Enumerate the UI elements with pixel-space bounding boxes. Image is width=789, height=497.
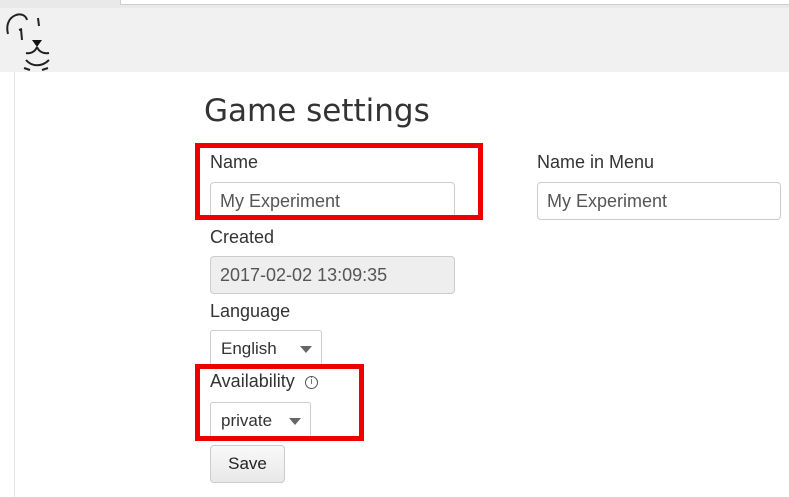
availability-label: Availability xyxy=(210,371,295,391)
language-select[interactable]: English xyxy=(210,330,322,368)
language-selected-value: English xyxy=(221,339,277,358)
name-in-menu-label: Name in Menu xyxy=(537,152,655,172)
save-button[interactable]: Save xyxy=(210,445,285,483)
page-title: Game settings xyxy=(204,93,430,129)
availability-selected-value: private xyxy=(221,411,273,430)
caret-down-icon xyxy=(300,346,312,353)
caret-down-icon xyxy=(289,418,301,425)
name-label: Name xyxy=(210,152,259,172)
bear-logo-icon[interactable] xyxy=(2,10,56,72)
name-input[interactable]: My Experiment xyxy=(210,182,455,220)
created-label: Created xyxy=(210,227,275,247)
info-circle-icon[interactable]: i xyxy=(305,376,318,389)
availability-select[interactable]: private xyxy=(210,402,311,440)
created-field: 2017-02-02 13:09:35 xyxy=(210,256,455,294)
name-in-menu-input[interactable]: My Experiment xyxy=(537,182,781,220)
language-label: Language xyxy=(210,301,291,321)
address-bar[interactable] xyxy=(120,0,789,5)
browser-top-area xyxy=(0,0,789,72)
